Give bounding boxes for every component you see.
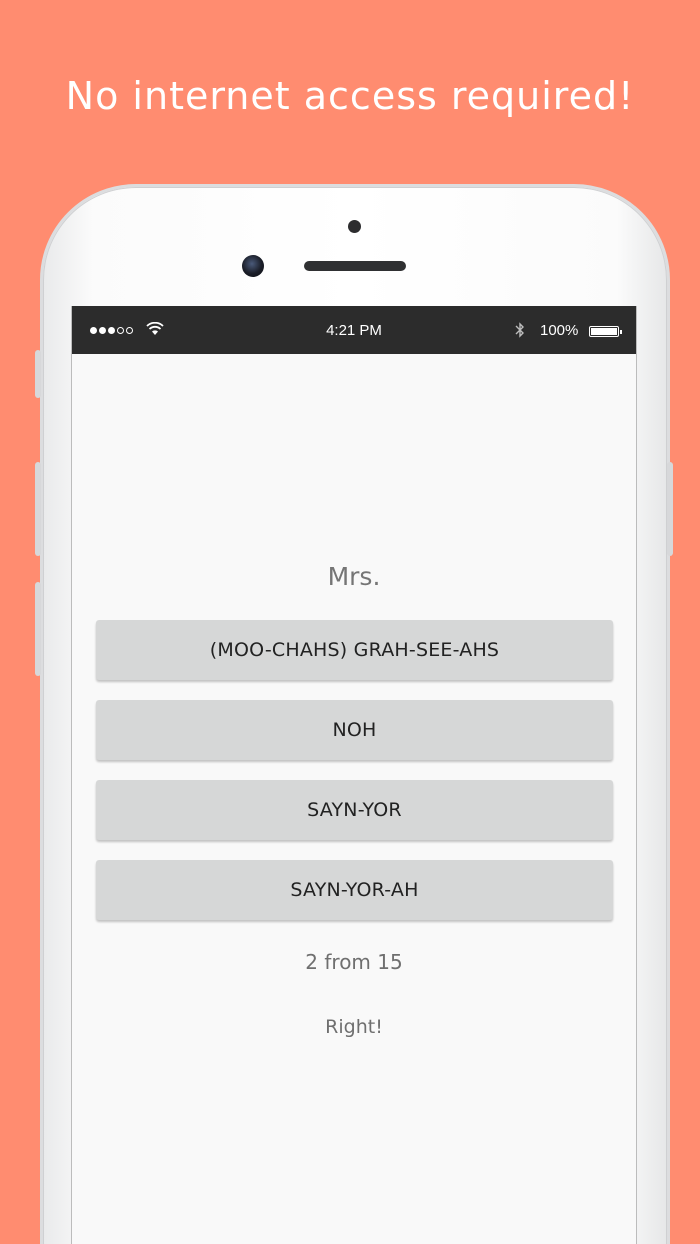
quiz-question: Mrs. bbox=[327, 562, 381, 591]
phone-silent-switch bbox=[35, 350, 41, 398]
phone-screen: 4:21 PM 100% Mrs. (MOO-CHAHS) GRAH-SEE-A… bbox=[71, 306, 637, 1244]
answer-list: (MOO-CHAHS) GRAH-SEE-AHS NOH SAYN-YOR SA… bbox=[96, 620, 613, 940]
quiz-progress: 2 from 15 bbox=[305, 950, 403, 974]
phone-volume-up bbox=[35, 462, 41, 556]
answer-button-3[interactable]: SAYN-YOR bbox=[96, 780, 613, 840]
earpiece-speaker bbox=[304, 261, 406, 271]
promo-headline: No internet access required! bbox=[65, 74, 635, 118]
battery-icon bbox=[589, 326, 622, 337]
bluetooth-icon bbox=[515, 322, 524, 338]
answer-button-2[interactable]: NOH bbox=[96, 700, 613, 760]
answer-button-4[interactable]: SAYN-YOR-AH bbox=[96, 860, 613, 920]
phone-power-button bbox=[667, 462, 673, 556]
front-camera-icon bbox=[242, 255, 264, 277]
answer-button-1[interactable]: (MOO-CHAHS) GRAH-SEE-AHS bbox=[96, 620, 613, 680]
battery-percentage: 100% bbox=[540, 322, 579, 339]
phone-volume-down bbox=[35, 582, 41, 676]
status-bar: 4:21 PM 100% bbox=[72, 306, 636, 354]
answer-feedback: Right! bbox=[325, 1016, 383, 1038]
proximity-sensor bbox=[348, 220, 361, 233]
